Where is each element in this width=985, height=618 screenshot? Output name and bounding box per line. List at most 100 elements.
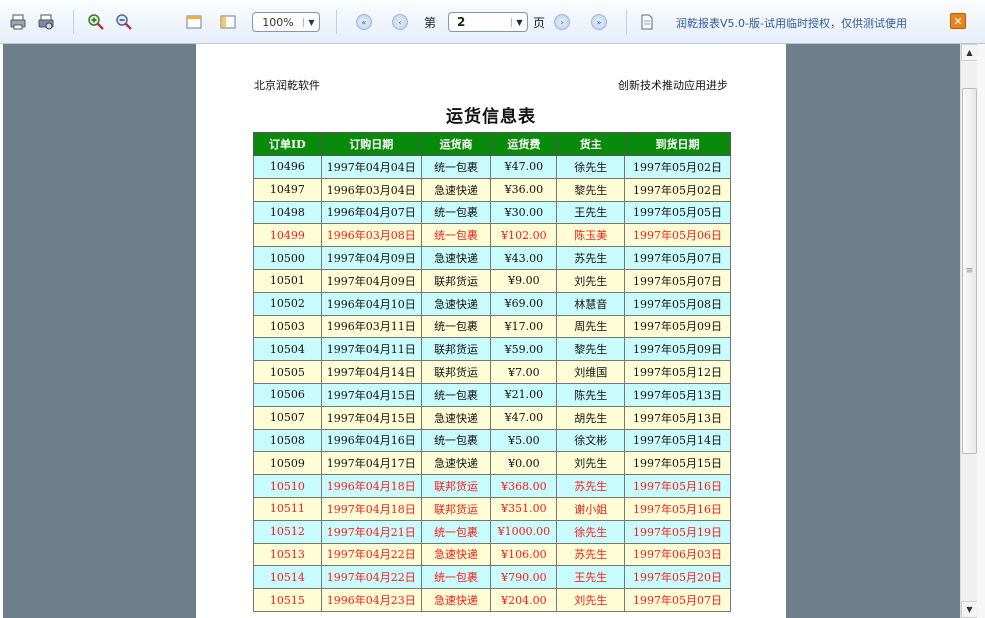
table-cell: 1997年05月09日 (624, 314, 731, 339)
last-page-icon[interactable]: » (591, 14, 607, 30)
chevron-down-icon[interactable]: ▼ (303, 17, 319, 27)
table-cell: 1997年05月16日 (624, 496, 731, 521)
report-toolbar: 100% ▼ « ‹ 第 2 ▼ 页 › » 润乾报表V5.0-版-试用临时授权… (0, 0, 985, 44)
table-cell: 10512 (253, 519, 322, 544)
company-name: 北京润乾软件 (254, 79, 320, 92)
table-row: 10515 1996年04月23日 急速快递 ¥204.00 刘先生 1997年05月07… (253, 588, 731, 612)
table-cell: 统一包裹 (420, 565, 492, 590)
table-cell: 10508 (253, 428, 322, 453)
company-slogan: 创新技术推动应用进步 (618, 79, 728, 92)
column-header: 运货费 (490, 132, 558, 156)
table-row: 10511 1997年04月18日 联邦货运 ¥351.00 谢小姐 1997年05月16… (253, 496, 731, 521)
table-cell: 统一包裹 (420, 382, 492, 407)
table-row: 10497 1996年03月04日 急速快递 ¥36.00 黎先生 1997年05月02日 (253, 177, 731, 202)
zoom-value: 100% (262, 15, 294, 29)
table-cell: 联邦货运 (420, 474, 492, 498)
table-cell: 1997年05月16日 (624, 474, 731, 498)
table-row: 10496 1997年04月04日 统一包裹 ¥47.00 徐先生 1997年05月02日 (253, 155, 731, 179)
table-cell: 10496 (253, 155, 322, 179)
zoom-out-icon[interactable] (115, 13, 133, 31)
table-cell: 1997年05月20日 (624, 565, 731, 590)
table-cell: 1997年05月05日 (624, 200, 731, 225)
export-icon[interactable] (638, 13, 656, 31)
table-cell: 苏先生 (556, 542, 626, 567)
table-row: 10499 1996年03月08日 统一包裹 ¥102.00 陈玉美 1997年05月06… (253, 223, 731, 248)
table-cell: 联邦货运 (420, 360, 492, 384)
table-cell: 10511 (253, 496, 322, 521)
table-cell: ¥790.00 (490, 565, 558, 590)
table-cell: 1997年04月17日 (320, 451, 422, 476)
zoom-in-icon[interactable] (87, 13, 105, 31)
page-width-icon[interactable] (185, 13, 203, 31)
print-preview-icon[interactable] (37, 13, 55, 31)
table-cell: 陈先生 (556, 382, 626, 407)
chevron-down-icon[interactable]: ▼ (511, 17, 527, 27)
table-row: 10500 1997年04月09日 急速快递 ¥43.00 苏先生 1997年05月07日 (253, 246, 731, 270)
table-cell: 10500 (253, 246, 322, 270)
table-cell: 急速快递 (420, 177, 492, 202)
next-page-icon[interactable]: › (554, 14, 570, 30)
table-cell: 胡先生 (556, 405, 626, 430)
table-cell: 1997年05月14日 (624, 428, 731, 453)
table-cell: 1997年05月13日 (624, 405, 731, 430)
print-icon[interactable] (9, 13, 27, 31)
table-cell: 10503 (253, 314, 322, 339)
table-cell: 1997年04月09日 (320, 246, 422, 270)
vertical-scrollbar[interactable]: ▲ ≡ ▼ (960, 44, 978, 618)
table-cell: 苏先生 (556, 474, 626, 498)
toolbar-separator (336, 10, 337, 34)
scroll-down-icon[interactable]: ▼ (961, 601, 978, 618)
table-cell: 1996年04月16日 (320, 428, 422, 453)
table-cell: ¥59.00 (490, 337, 558, 362)
table-cell: ¥368.00 (490, 474, 558, 498)
table-cell: 王先生 (556, 200, 626, 225)
table-cell: 1997年05月07日 (624, 588, 731, 612)
scroll-thumb[interactable]: ≡ (962, 88, 977, 454)
table-cell: 苏先生 (556, 246, 626, 270)
table-cell: ¥7.00 (490, 360, 558, 384)
table-row: 10501 1997年04月09日 联邦货运 ¥9.00 刘先生 1997年05月07日 (253, 268, 731, 293)
table-cell: 联邦货运 (420, 268, 492, 293)
table-cell: 统一包裹 (420, 428, 492, 453)
close-icon[interactable]: ✕ (950, 13, 966, 29)
first-page-icon[interactable]: « (356, 14, 372, 30)
table-cell: 黎先生 (556, 177, 626, 202)
table-cell: 10501 (253, 268, 322, 293)
table-cell: 刘先生 (556, 588, 626, 612)
table-row: 10513 1997年04月22日 急速快递 ¥106.00 苏先生 1997年06月03… (253, 542, 731, 567)
table-cell: 1997年04月09日 (320, 268, 422, 293)
table-cell: 1996年03月04日 (320, 177, 422, 202)
table-cell: ¥36.00 (490, 177, 558, 202)
column-header: 订单ID (253, 132, 322, 156)
table-cell: 1997年05月06日 (624, 223, 731, 248)
table-cell: 10513 (253, 542, 322, 567)
table-cell: 统一包裹 (420, 314, 492, 339)
table-cell: 黎先生 (556, 337, 626, 362)
zoom-select[interactable]: 100% ▼ (252, 12, 320, 32)
table-cell: 10505 (253, 360, 322, 384)
prev-page-icon[interactable]: ‹ (392, 14, 408, 30)
scroll-up-icon[interactable]: ▲ (961, 44, 978, 61)
page-select[interactable]: 2 ▼ (448, 12, 528, 32)
table-cell: 周先生 (556, 314, 626, 339)
table-cell: 1997年05月07日 (624, 246, 731, 270)
table-cell: 10506 (253, 382, 322, 407)
report-title: 运货信息表 (446, 107, 536, 127)
table-row: 10512 1997年04月21日 统一包裹 ¥1000.00 徐先生 1997年05月1… (253, 519, 731, 544)
page-setup-icon[interactable] (219, 13, 237, 31)
table-row: 10506 1997年04月15日 统一包裹 ¥21.00 陈先生 1997年05月13日 (253, 382, 731, 407)
table-cell: 1996年03月11日 (320, 314, 422, 339)
table-cell: 急速快递 (420, 405, 492, 430)
table-cell: 徐文彬 (556, 428, 626, 453)
table-cell: 急速快递 (420, 246, 492, 270)
table-cell: 1997年04月15日 (320, 382, 422, 407)
table-row: 10508 1996年04月16日 统一包裹 ¥5.00 徐文彬 1997年05月14日 (253, 428, 731, 453)
window-edge (977, 44, 985, 618)
table-row: 10509 1997年04月17日 急速快递 ¥0.00 刘先生 1997年05月15日 (253, 451, 731, 476)
table-cell: 急速快递 (420, 451, 492, 476)
table-cell: 1997年05月19日 (624, 519, 731, 544)
table-cell: 林慧音 (556, 291, 626, 316)
table-cell: 10504 (253, 337, 322, 362)
table-cell: 1997年04月14日 (320, 360, 422, 384)
table-cell: 联邦货运 (420, 337, 492, 362)
